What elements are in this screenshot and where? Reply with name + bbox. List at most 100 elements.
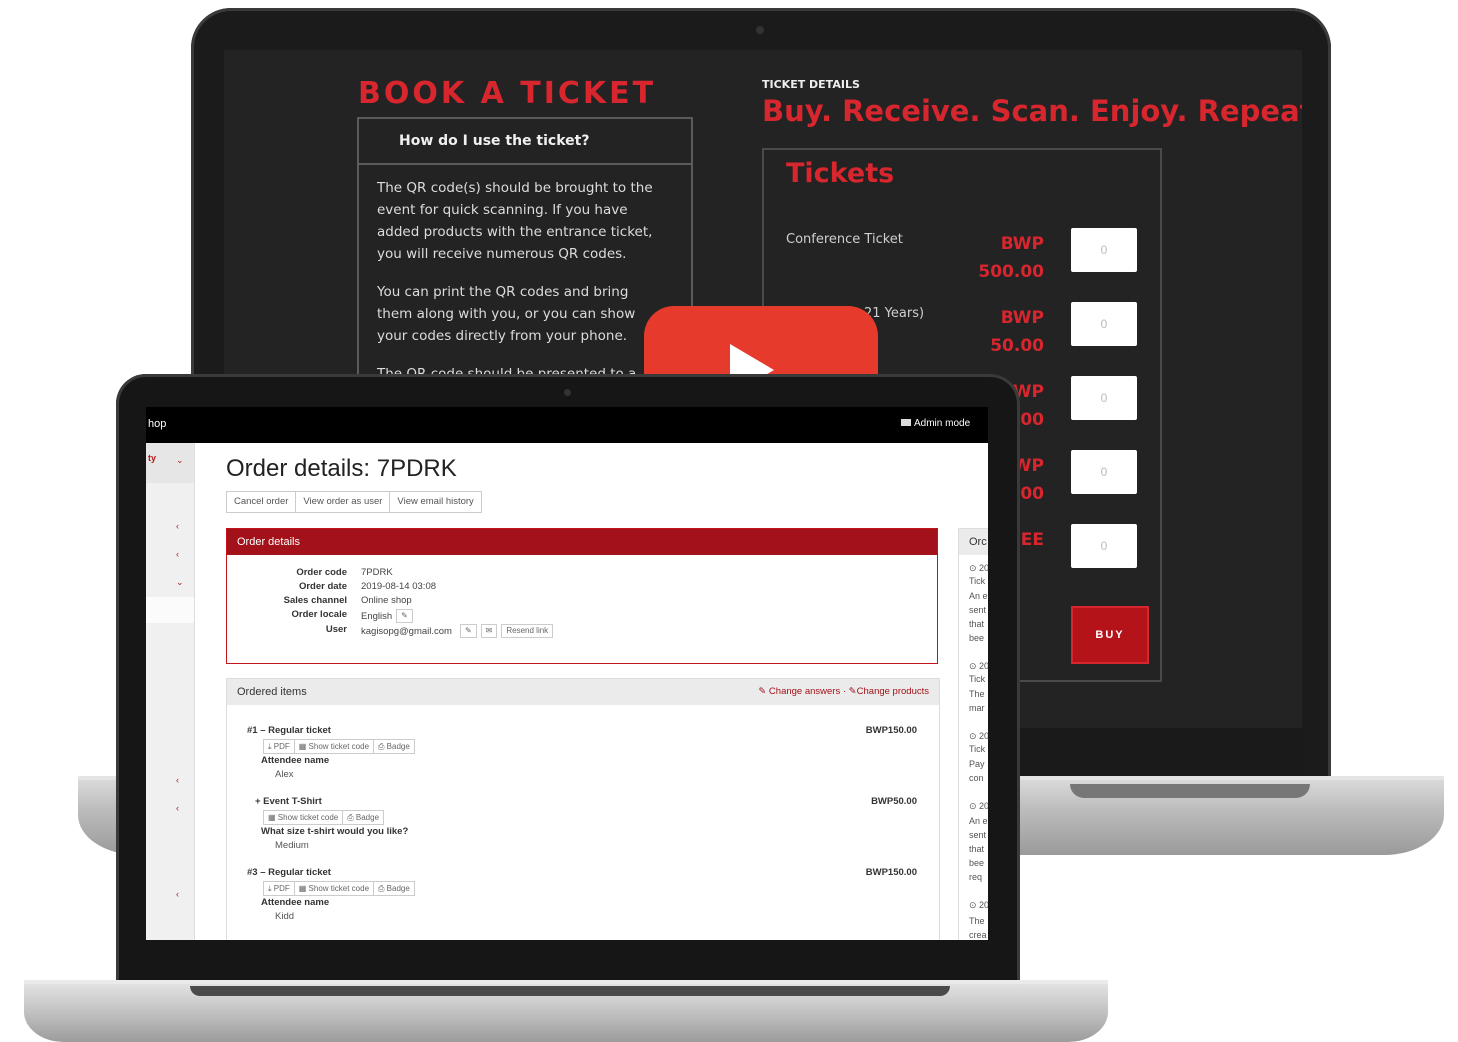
user-value: kagisopg@gmail.com ✎ ✉ Resend link [361, 624, 554, 638]
history-line: that [969, 844, 985, 854]
sidebar: ty ⌄ ‹ ‹ ⌄ ‹ ‹ ‹ [146, 443, 195, 940]
chevron-down-icon[interactable]: ⌄ [176, 577, 184, 588]
item-price: BWP50.00 [871, 796, 917, 807]
separator: · [842, 686, 847, 697]
sales-channel-label: Sales channel [283, 595, 347, 606]
show-ticket-code-button[interactable]: ▦ Show ticket code [293, 739, 375, 754]
chevron-left-icon[interactable]: ‹ [176, 549, 179, 559]
history-line: ⊙ 20 [969, 731, 988, 741]
ticket-price: BWP 50.00 [990, 308, 1044, 356]
view-email-history-button[interactable]: View email history [389, 491, 482, 513]
sales-channel-value: Online shop [361, 595, 412, 606]
change-answers-link[interactable]: Change answers [769, 686, 840, 697]
item-price: BWP150.00 [865, 867, 917, 878]
chevron-left-icon[interactable]: ‹ [176, 521, 179, 531]
order-history-heading: Orc [959, 529, 988, 555]
history-line: ⊙ 20 [969, 563, 988, 573]
chevron-left-icon[interactable]: ‹ [176, 803, 179, 813]
show-ticket-code-button[interactable]: ▦ Show ticket code [263, 810, 344, 825]
history-line: Tick [969, 674, 986, 684]
badge-button[interactable]: ⎙ Badge [373, 739, 415, 754]
history-line: Tick [969, 744, 986, 754]
edit-icon[interactable]: ✎ [459, 624, 477, 638]
ticket-quantity-input[interactable]: 0 [1071, 228, 1137, 272]
admin-mode-link[interactable]: Admin mode [901, 418, 970, 429]
chevron-left-icon[interactable]: ‹ [176, 889, 179, 899]
item-actions: ▦ Show ticket code ⎙ Badge [263, 810, 385, 825]
top-navbar: hop Admin mode [146, 407, 988, 443]
faq-paragraph: The QR code(s) should be brought to the … [377, 180, 653, 262]
history-line: sent [969, 605, 987, 615]
cancel-order-button[interactable]: Cancel order [226, 491, 297, 513]
ticket-name: Conference Ticket [786, 232, 903, 247]
shop-link[interactable]: hop [148, 418, 166, 430]
event-selector[interactable]: ty ⌄ [146, 443, 194, 483]
item-title: + Event T-Shirt [255, 796, 322, 807]
item-question: Attendee name [261, 755, 330, 766]
view-order-as-user-button[interactable]: View order as user [295, 491, 391, 513]
item-answer: Kidd [275, 911, 295, 922]
history-line: An e [969, 591, 988, 601]
ticket-quantity-input[interactable]: 0 [1071, 376, 1137, 420]
history-line: crea [969, 930, 987, 940]
ticket-quantity-input[interactable]: 0 [1071, 302, 1137, 346]
history-line: sent [969, 830, 987, 840]
page-title: Order details: 7PDRK [226, 455, 457, 482]
front-laptop-groove [190, 986, 950, 996]
chevron-down-icon: ⌄ [176, 455, 184, 465]
ordered-items-panel: Ordered items ✎ Change answers · ✎Change… [226, 678, 940, 940]
history-line: An e [969, 816, 988, 826]
order-date-label: Order date [298, 581, 347, 592]
user-label: User [325, 624, 347, 635]
ticket-quantity-input[interactable]: 0 [1071, 450, 1137, 494]
front-laptop-screen: hop Admin mode ty ⌄ ‹ ‹ ⌄ ‹ ‹ ‹ Order de… [146, 407, 988, 940]
envelope-icon[interactable]: ✉ [480, 624, 498, 638]
edit-icon: ✎ [848, 686, 857, 697]
history-line: The [969, 689, 985, 699]
badge-button[interactable]: ⎙ Badge [342, 810, 385, 825]
pdf-download-button[interactable]: ⤓ PDF [263, 739, 295, 754]
book-ticket-title: BOOK A TICKET [358, 76, 657, 111]
history-line: Tick [969, 576, 986, 586]
sidebar-item-active[interactable] [146, 597, 194, 623]
history-line: ⊙ 20 [969, 661, 988, 671]
item-actions: ⤓ PDF ▦ Show ticket code ⎙ Badge [263, 881, 415, 896]
order-code-value: 7PDRK [361, 567, 393, 578]
edit-icon[interactable]: ✎ [396, 609, 413, 623]
slogan: Buy. Receive. Scan. Enjoy. Repeat. [762, 94, 1302, 128]
edit-icon: ✎ [758, 686, 769, 697]
order-details-heading: Order details [227, 529, 937, 555]
faq-question[interactable]: How do I use the ticket? [359, 119, 691, 165]
order-date-value: 2019-08-14 03:08 [361, 581, 437, 592]
resend-link-button[interactable]: Resend link [501, 624, 554, 638]
back-laptop-camera [756, 26, 764, 34]
item-actions: ⤓ PDF ▦ Show ticket code ⎙ Badge [263, 739, 415, 754]
tickets-title: Tickets [786, 158, 895, 189]
buy-button[interactable]: BUY [1071, 606, 1149, 664]
ticket-quantity-input[interactable]: 0 [1071, 524, 1137, 568]
item-question: Attendee name [261, 897, 330, 908]
item-price: BWP150.00 [865, 725, 917, 736]
item-answer: Alex [275, 769, 294, 780]
ticket-price: BWP 500.00 [978, 234, 1044, 282]
order-locale-value: English ✎ [361, 609, 413, 623]
order-code-label: Order code [296, 567, 347, 578]
front-laptop-camera [564, 389, 571, 396]
history-line: mar [969, 703, 985, 713]
chevron-left-icon[interactable]: ‹ [176, 775, 179, 785]
ticket-details-label: TICKET DETAILS [762, 78, 860, 91]
item-question: What size t-shirt would you like? [261, 826, 409, 837]
change-products-link[interactable]: Change products [857, 686, 929, 697]
history-line: bee [969, 633, 985, 643]
faq-paragraph: You can print the QR codes and bring the… [377, 284, 636, 344]
id-card-icon [901, 419, 911, 426]
show-ticket-code-button[interactable]: ▦ Show ticket code [293, 881, 375, 896]
history-line: bee [969, 858, 985, 868]
badge-button[interactable]: ⎙ Badge [373, 881, 415, 896]
change-links: ✎ Change answers · ✎Change products [758, 679, 929, 705]
history-line: con [969, 773, 984, 783]
order-actions: Cancel order View order as user View ema… [226, 491, 482, 513]
item-title: #1 – Regular ticket [247, 725, 331, 736]
pdf-download-button[interactable]: ⤓ PDF [263, 881, 295, 896]
item-answer: Medium [275, 840, 309, 851]
